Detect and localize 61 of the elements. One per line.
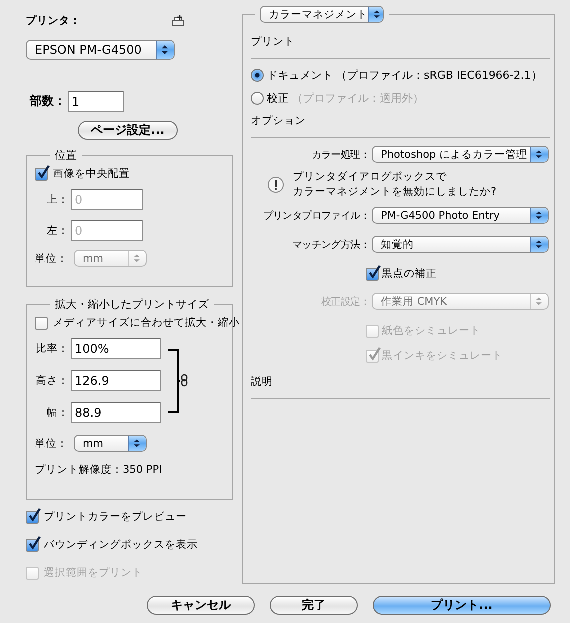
checkbox-label: 黒点の補正 xyxy=(382,267,437,281)
resolution-text: プリント解像度：350 PPI xyxy=(35,463,164,477)
setting-label: 校正設定： xyxy=(320,296,370,308)
checkbox-label: プリントカラーをプレビュー xyxy=(44,510,187,524)
dialog-button[interactable]: キャンセル xyxy=(147,596,255,615)
copies-label: 部数： xyxy=(30,93,66,110)
checkbox[interactable] xyxy=(26,538,39,552)
section-heading: 説明 xyxy=(251,375,274,389)
section-heading: プリント xyxy=(251,35,296,49)
copies-field[interactable]: 1 xyxy=(68,91,124,112)
mode-popup[interactable]: カラーマネジメント xyxy=(260,6,384,23)
size-field[interactable]: 88.9 xyxy=(71,402,161,423)
stepper-arrows-icon xyxy=(530,147,548,162)
printer-label: プリンタ： xyxy=(26,14,82,28)
checkbox[interactable] xyxy=(26,510,39,524)
size-field[interactable]: 126.9 xyxy=(71,370,161,391)
checkbox-label: 選択範囲をプリント xyxy=(44,566,143,580)
radio-label: ドキュメント xyxy=(267,68,333,83)
radio-label: 校正 xyxy=(267,91,289,106)
unit-popup[interactable]: mm xyxy=(74,435,147,452)
warning-text: プリンタダイアログボックスで カラーマネジメントを無効にしましたか? xyxy=(293,170,497,200)
dialog-button[interactable]: プリント... xyxy=(373,596,551,615)
radio-button[interactable] xyxy=(251,92,264,105)
setting-label: プリンタプロファイル： xyxy=(262,210,370,222)
group-title: 位置 xyxy=(54,148,78,163)
printer-popup[interactable]: EPSON PM-G4500 xyxy=(26,40,175,60)
checkbox[interactable] xyxy=(366,268,379,280)
unit-label: 単位： xyxy=(35,436,68,450)
checkbox-label: 画像を中央配置 xyxy=(53,167,130,181)
checkbox-label: バウンディングボックスを表示 xyxy=(44,538,198,552)
printer-icon xyxy=(172,14,185,28)
stepper-arrows-icon xyxy=(368,7,383,22)
stepper-arrows-icon xyxy=(128,436,146,451)
size-field[interactable]: 100% xyxy=(71,338,161,359)
stepper-arrows-icon xyxy=(156,41,174,59)
field-label: 比率： xyxy=(35,342,69,356)
page-setup-button[interactable]: ページ設定... xyxy=(78,121,178,140)
warning-icon xyxy=(267,176,285,194)
setting-label: カラー処理： xyxy=(310,148,370,162)
unit-label: 単位： xyxy=(35,252,68,266)
radio-button[interactable] xyxy=(251,69,264,82)
field-label: 上： xyxy=(46,192,69,206)
group-title: 拡大・縮小したプリントサイズ xyxy=(54,297,210,312)
field-label: 高さ： xyxy=(35,374,69,388)
checkbox-label: 紙色をシミュレート xyxy=(382,324,481,338)
stepper-arrows-icon xyxy=(530,237,548,252)
popup-menu[interactable]: Photoshop によるカラー管理 xyxy=(372,146,549,163)
checkbox-label: 黒インキをシミュレート xyxy=(382,349,503,363)
popup-menu[interactable]: 知覚的 xyxy=(372,236,549,253)
popup-menu[interactable]: PM-G4500 Photo Entry xyxy=(372,207,549,224)
dialog-button[interactable]: 完了 xyxy=(270,596,358,615)
setting-label: マッチング方法： xyxy=(291,238,370,252)
profile-note: （プロファイル：適用外） xyxy=(292,91,424,106)
field-label: 左： xyxy=(46,224,69,238)
checkbox[interactable] xyxy=(35,316,48,330)
field-label: 幅： xyxy=(46,406,69,420)
stepper-arrows-icon xyxy=(530,208,548,223)
checkbox[interactable] xyxy=(35,168,48,180)
checkbox-label: メディアサイズに合わせて拡大・縮小 xyxy=(53,316,240,330)
section-heading: オプション xyxy=(251,114,307,128)
profile-note: （プロファイル：sRGB IEC61966-2.1） xyxy=(336,68,542,83)
